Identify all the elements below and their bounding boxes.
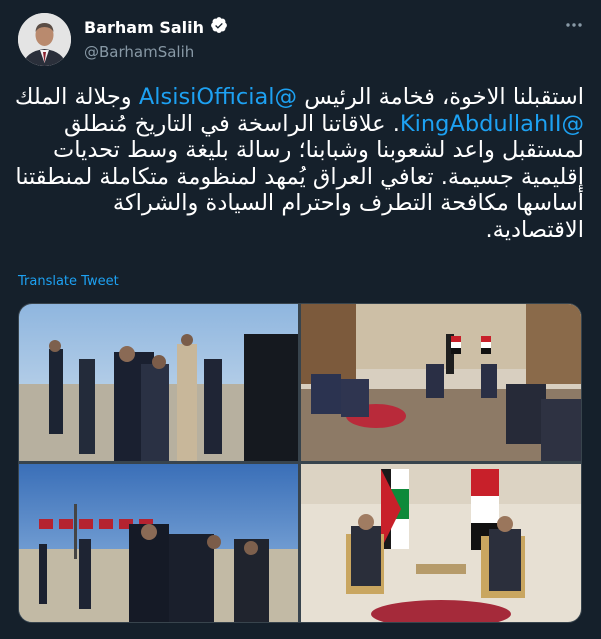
tweet-text-segment: وجلالة الملك [14, 84, 139, 110]
mention-link-alsisi[interactable]: @AlsisiOfficial [139, 84, 297, 110]
avatar-image [18, 13, 71, 66]
photo-welcome-flags[interactable] [19, 464, 298, 622]
tweet-text-segment: استقبلنا الاخوة، فخامة الرئيس [297, 84, 584, 110]
media-grid [18, 303, 582, 623]
mention-link-king-abdullah[interactable]: @KingAbdullahII [400, 111, 584, 137]
photo-airport-embrace[interactable] [19, 304, 298, 461]
translate-tweet-link[interactable]: Translate Tweet [18, 274, 119, 289]
author-display-name[interactable]: Barham Salih [84, 18, 204, 37]
author-block: Barham Salih @BarhamSalih [84, 16, 228, 61]
verified-badge-icon [210, 16, 228, 38]
photo-meeting-room[interactable] [301, 304, 581, 461]
author-handle[interactable]: @BarhamSalih [84, 43, 228, 61]
more-options-icon[interactable] [563, 14, 585, 36]
photo-seated-leaders[interactable] [301, 464, 581, 622]
avatar[interactable] [18, 13, 71, 66]
tweet-text: استقبلنا الاخوة، فخامة الرئيس @AlsisiOff… [14, 84, 584, 243]
